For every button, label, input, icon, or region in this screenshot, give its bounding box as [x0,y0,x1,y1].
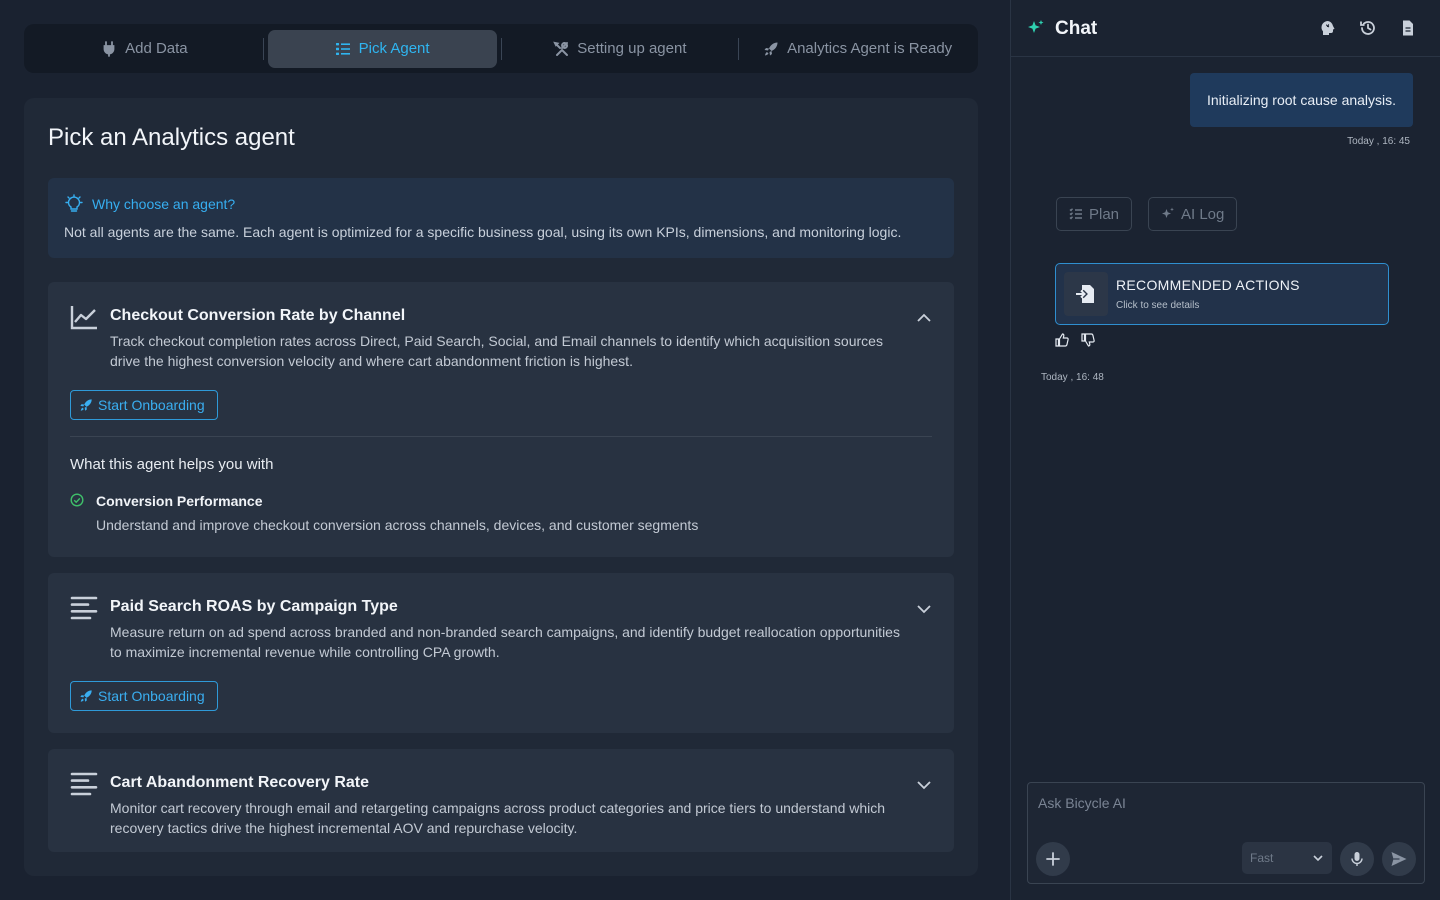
mode-label: Fast [1250,851,1274,865]
step-pick-agent[interactable]: Pick Agent [267,29,497,68]
step-setting-up-agent[interactable]: Setting up agent [506,30,735,68]
agent-card-paid-search-roas: Paid Search ROAS by Campaign Type Measur… [48,573,954,733]
step-label: Pick Agent [358,40,430,57]
attach-button[interactable] [1036,842,1070,876]
sparkle-icon [1028,20,1044,33]
agent-title: Paid Search ROAS by Campaign Type [110,598,398,615]
help-item-description: Understand and improve checkout conversi… [96,517,699,533]
chat-header: Chat [1011,0,1440,57]
main-area: Add Data Pick Agent Setting up agent Ana… [0,0,1010,900]
brain-icon[interactable] [1319,19,1337,37]
rec-subtitle: Click to see details [1116,300,1200,311]
chat-input[interactable] [1038,795,1408,825]
card-divider [70,436,932,437]
agent-description: Measure return on ad spend across brande… [110,624,900,660]
agent-title: Checkout Conversion Rate by Channel [110,307,406,324]
plug-icon [103,40,115,57]
recommended-actions-card[interactable]: RECOMMENDED ACTIONS Click to see details [1055,263,1389,325]
rocket-icon [80,690,92,702]
why-heading: Why choose an agent? [92,196,236,212]
check-circle-icon [70,493,84,507]
step-label: Add Data [125,40,188,57]
thumbs-up-icon[interactable] [1055,333,1069,347]
microphone-icon [1351,852,1363,866]
agent-card-cart-abandonment: Cart Abandonment Recovery Rate Monitor c… [48,749,954,852]
menu-lines-icon [70,772,98,796]
chat-input-box: Fast [1027,782,1425,884]
rocket-icon [80,399,92,411]
step-analytics-agent-ready[interactable]: Analytics Agent is Ready [743,30,972,68]
start-onboarding-button[interactable]: Start Onboarding [70,390,218,420]
agent-description: Monitor cart recovery through email and … [110,800,886,836]
rec-title: RECOMMENDED ACTIONS [1116,277,1300,293]
message-timestamp: Today , 16: 45 [1347,136,1410,147]
tools-icon [553,41,569,56]
page-title: Pick an Analytics agent [48,124,295,151]
list-icon [335,42,350,55]
thumbs-down-icon[interactable] [1081,333,1095,347]
chevron-up-icon[interactable] [916,310,932,326]
onboarding-stepper: Add Data Pick Agent Setting up agent Ana… [24,24,978,73]
why-header: Why choose an agent? [64,194,938,214]
send-button[interactable] [1382,842,1416,876]
step-label: Setting up agent [577,40,687,57]
agent-title: Cart Abandonment Recovery Rate [110,774,370,791]
step-divider [500,37,502,60]
chevron-down-icon[interactable] [916,601,932,617]
rec-icon-box [1064,272,1108,316]
step-divider [738,37,740,60]
file-import-icon [1076,285,1094,303]
plan-button[interactable]: Plan [1056,197,1133,231]
user-message: Initializing root cause analysis. [1190,73,1413,127]
agent-description: Track checkout completion rates across D… [110,333,883,369]
why-text: Not all agents are the same. Each agent … [64,224,902,240]
chat-title: Chat [1055,18,1098,39]
plan-label: Plan [1089,205,1120,223]
history-icon[interactable] [1359,19,1377,37]
start-onboarding-button[interactable]: Start Onboarding [70,681,218,711]
rocket-icon [764,42,778,55]
button-label: Start Onboarding [98,397,205,413]
chevron-down-icon[interactable] [916,777,932,793]
mode-select[interactable]: Fast [1242,842,1332,874]
ai-log-button[interactable]: AI Log [1148,197,1238,231]
helps-title: What this agent helps you with [70,456,274,473]
button-label: Start Onboarding [98,688,205,704]
response-timestamp: Today , 16: 48 [1041,372,1104,383]
checklist-icon [1069,208,1082,220]
trend-chart-icon [70,306,97,330]
microphone-button[interactable] [1340,842,1374,876]
ai-log-label: AI Log [1181,205,1225,223]
sparkle-icon [1162,207,1174,218]
plus-icon [1046,852,1060,866]
lightbulb-icon [65,194,83,212]
chevron-down-icon [1313,855,1323,862]
agent-card-checkout-conversion: Checkout Conversion Rate by Channel Trac… [48,282,954,557]
send-icon [1391,852,1407,866]
help-item-title: Conversion Performance [96,493,263,509]
document-icon[interactable] [1399,19,1417,37]
step-label: Analytics Agent is Ready [787,40,953,57]
step-divider [262,37,264,60]
step-add-data[interactable]: Add Data [30,30,259,68]
agent-picker-panel: Pick an Analytics agent Why choose an ag… [24,98,978,876]
menu-lines-icon [70,596,98,620]
why-choose-info-box: Why choose an agent? Not all agents are … [48,178,954,258]
chat-panel: Chat Initializing root cause analysis. T… [1010,0,1440,900]
